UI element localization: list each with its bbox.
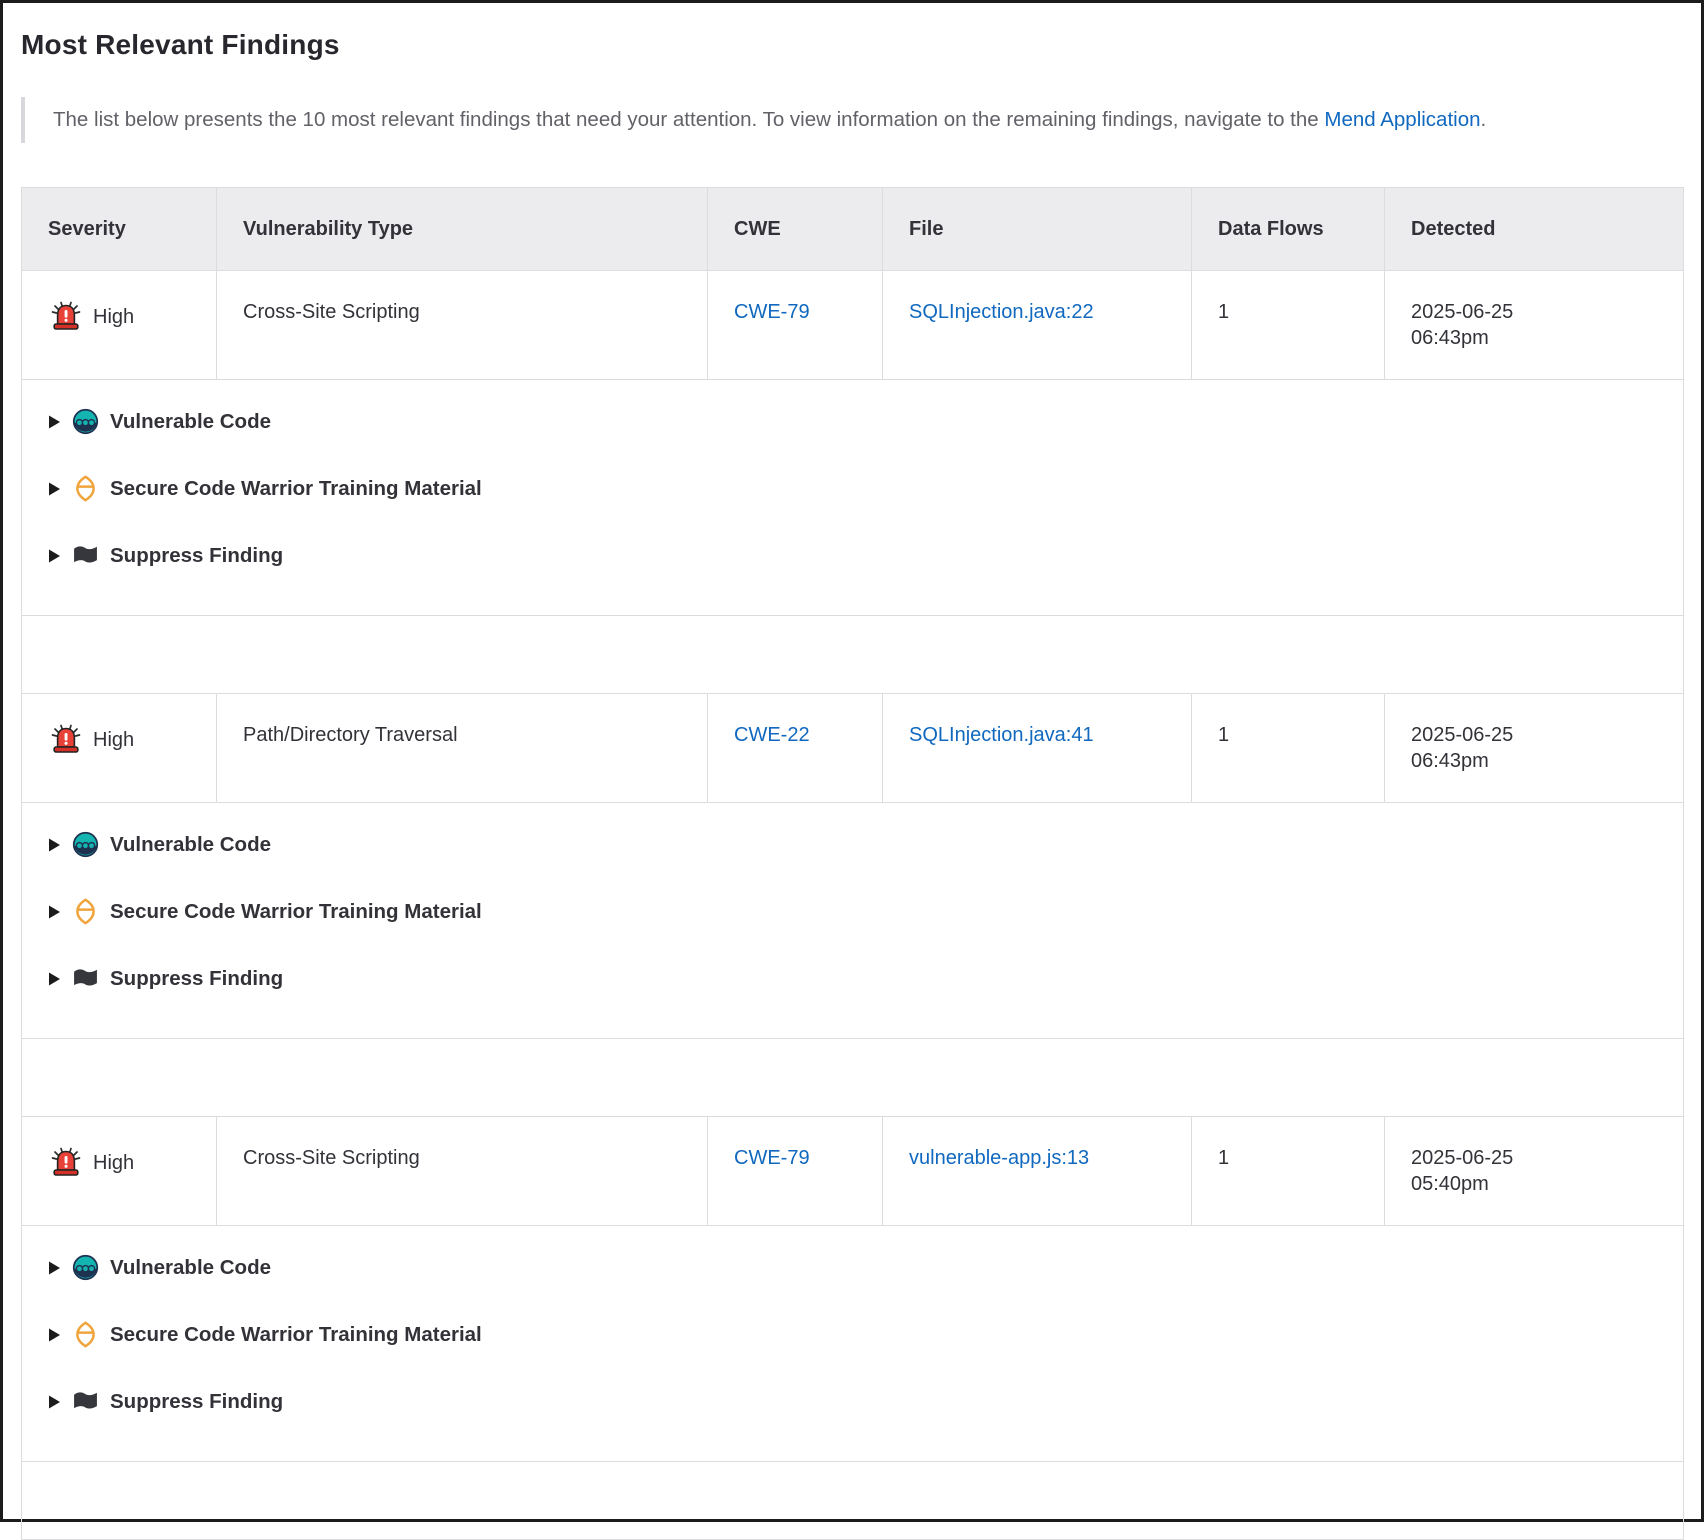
collapsed-triangle-icon	[48, 1394, 61, 1410]
severity-label: High	[93, 727, 134, 753]
file-link[interactable]: SQLInjection.java:41	[909, 724, 1094, 746]
scw-training-details: Secure Code Warrior Training Material	[48, 475, 1657, 502]
mend-logo-icon	[72, 408, 99, 435]
scw-training-details: Secure Code Warrior Training Material	[48, 1321, 1657, 1348]
details-label: Secure Code Warrior Training Material	[110, 899, 482, 925]
details-label: Vulnerable Code	[110, 832, 271, 858]
detected-time: 06:43pm	[1411, 748, 1657, 774]
collapsed-triangle-icon	[48, 414, 61, 430]
severity-label: High	[93, 1150, 134, 1176]
vulnerability-type-cell: Cross-Site Scripting	[217, 1117, 708, 1226]
vulnerable-code-details: Vulnerable Code	[48, 1254, 1657, 1281]
spacer-row	[22, 1462, 1684, 1540]
findings-table: Severity Vulnerability Type CWE File Dat…	[21, 187, 1684, 1540]
suppress-finding-summary[interactable]: Suppress Finding	[48, 965, 1657, 992]
cwe-link[interactable]: CWE-22	[734, 724, 810, 746]
scw-training-summary[interactable]: Secure Code Warrior Training Material	[48, 1321, 1657, 1348]
scw-training-details: Secure Code Warrior Training Material	[48, 898, 1657, 925]
column-header-detected: Detected	[1385, 188, 1684, 271]
file-link[interactable]: SQLInjection.java:22	[909, 301, 1094, 323]
suppress-finding-details: Suppress Finding	[48, 965, 1657, 992]
finding-details-row: Vulnerable Code Secure Code Warrior Trai…	[22, 803, 1684, 1039]
scw-shield-icon	[72, 1321, 99, 1348]
vulnerability-type-cell: Cross-Site Scripting	[217, 271, 708, 380]
vulnerability-type-cell: Path/Directory Traversal	[217, 694, 708, 803]
rotating-light-siren-icon	[48, 722, 84, 757]
intro-text: The list below presents the 10 most rele…	[53, 108, 1324, 131]
data-flows-cell: 1	[1192, 271, 1385, 380]
file-link[interactable]: vulnerable-app.js:13	[909, 1147, 1089, 1169]
page-title: Most Relevant Findings	[21, 29, 1683, 61]
intro-text-period: .	[1481, 108, 1487, 131]
detected-cell: 2025-06-25 05:40pm	[1385, 1117, 1684, 1226]
cwe-link[interactable]: CWE-79	[734, 301, 810, 323]
finding-row: High Path/Directory Traversal CWE-22 SQL…	[22, 694, 1684, 803]
finding-row: High Cross-Site Scripting CWE-79 vulnera…	[22, 1117, 1684, 1226]
details-label: Suppress Finding	[110, 1389, 283, 1415]
rotating-light-siren-icon	[48, 299, 84, 334]
vulnerable-code-summary[interactable]: Vulnerable Code	[48, 1254, 1657, 1281]
suppress-finding-details: Suppress Finding	[48, 542, 1657, 569]
scw-shield-icon	[72, 898, 99, 925]
table-header-row: Severity Vulnerability Type CWE File Dat…	[22, 188, 1684, 271]
column-header-cwe: CWE	[708, 188, 883, 271]
rotating-light-siren-icon	[48, 1145, 84, 1180]
spacer-row	[22, 616, 1684, 694]
vulnerable-code-summary[interactable]: Vulnerable Code	[48, 408, 1657, 435]
black-flag-icon	[72, 1388, 99, 1415]
detected-date: 2025-06-25	[1411, 1145, 1657, 1171]
mend-application-link[interactable]: Mend Application	[1324, 108, 1480, 131]
detected-date: 2025-06-25	[1411, 299, 1657, 325]
finding-row: High Cross-Site Scripting CWE-79 SQLInje…	[22, 271, 1684, 380]
column-header-severity: Severity	[22, 188, 217, 271]
column-header-data-flows: Data Flows	[1192, 188, 1385, 271]
vulnerable-code-details: Vulnerable Code	[48, 831, 1657, 858]
details-label: Suppress Finding	[110, 966, 283, 992]
severity-cell: High	[48, 299, 190, 334]
detected-date: 2025-06-25	[1411, 722, 1657, 748]
severity-cell: High	[48, 722, 190, 757]
suppress-finding-summary[interactable]: Suppress Finding	[48, 542, 1657, 569]
severity-cell: High	[48, 1145, 190, 1180]
scw-training-summary[interactable]: Secure Code Warrior Training Material	[48, 898, 1657, 925]
black-flag-icon	[72, 965, 99, 992]
detected-time: 05:40pm	[1411, 1171, 1657, 1197]
details-label: Vulnerable Code	[110, 1255, 271, 1281]
suppress-finding-summary[interactable]: Suppress Finding	[48, 1388, 1657, 1415]
mend-logo-icon	[72, 1254, 99, 1281]
collapsed-triangle-icon	[48, 837, 61, 853]
collapsed-triangle-icon	[48, 1327, 61, 1343]
black-flag-icon	[72, 542, 99, 569]
severity-label: High	[93, 304, 134, 330]
collapsed-triangle-icon	[48, 971, 61, 987]
intro-blockquote: The list below presents the 10 most rele…	[21, 97, 1683, 143]
detected-cell: 2025-06-25 06:43pm	[1385, 271, 1684, 380]
data-flows-cell: 1	[1192, 694, 1385, 803]
scw-shield-icon	[72, 475, 99, 502]
finding-details-row: Vulnerable Code Secure Code Warrior Trai…	[22, 380, 1684, 616]
collapsed-triangle-icon	[48, 1260, 61, 1276]
vulnerable-code-details: Vulnerable Code	[48, 408, 1657, 435]
collapsed-triangle-icon	[48, 548, 61, 564]
finding-details-row: Vulnerable Code Secure Code Warrior Trai…	[22, 1226, 1684, 1462]
column-header-file: File	[883, 188, 1192, 271]
details-label: Secure Code Warrior Training Material	[110, 476, 482, 502]
vulnerable-code-summary[interactable]: Vulnerable Code	[48, 831, 1657, 858]
data-flows-cell: 1	[1192, 1117, 1385, 1226]
mend-logo-icon	[72, 831, 99, 858]
scw-training-summary[interactable]: Secure Code Warrior Training Material	[48, 475, 1657, 502]
spacer-row	[22, 1039, 1684, 1117]
collapsed-triangle-icon	[48, 904, 61, 920]
details-label: Secure Code Warrior Training Material	[110, 1322, 482, 1348]
details-label: Suppress Finding	[110, 543, 283, 569]
cwe-link[interactable]: CWE-79	[734, 1147, 810, 1169]
suppress-finding-details: Suppress Finding	[48, 1388, 1657, 1415]
column-header-vulnerability-type: Vulnerability Type	[217, 188, 708, 271]
detected-cell: 2025-06-25 06:43pm	[1385, 694, 1684, 803]
collapsed-triangle-icon	[48, 481, 61, 497]
details-label: Vulnerable Code	[110, 409, 271, 435]
detected-time: 06:43pm	[1411, 325, 1657, 351]
